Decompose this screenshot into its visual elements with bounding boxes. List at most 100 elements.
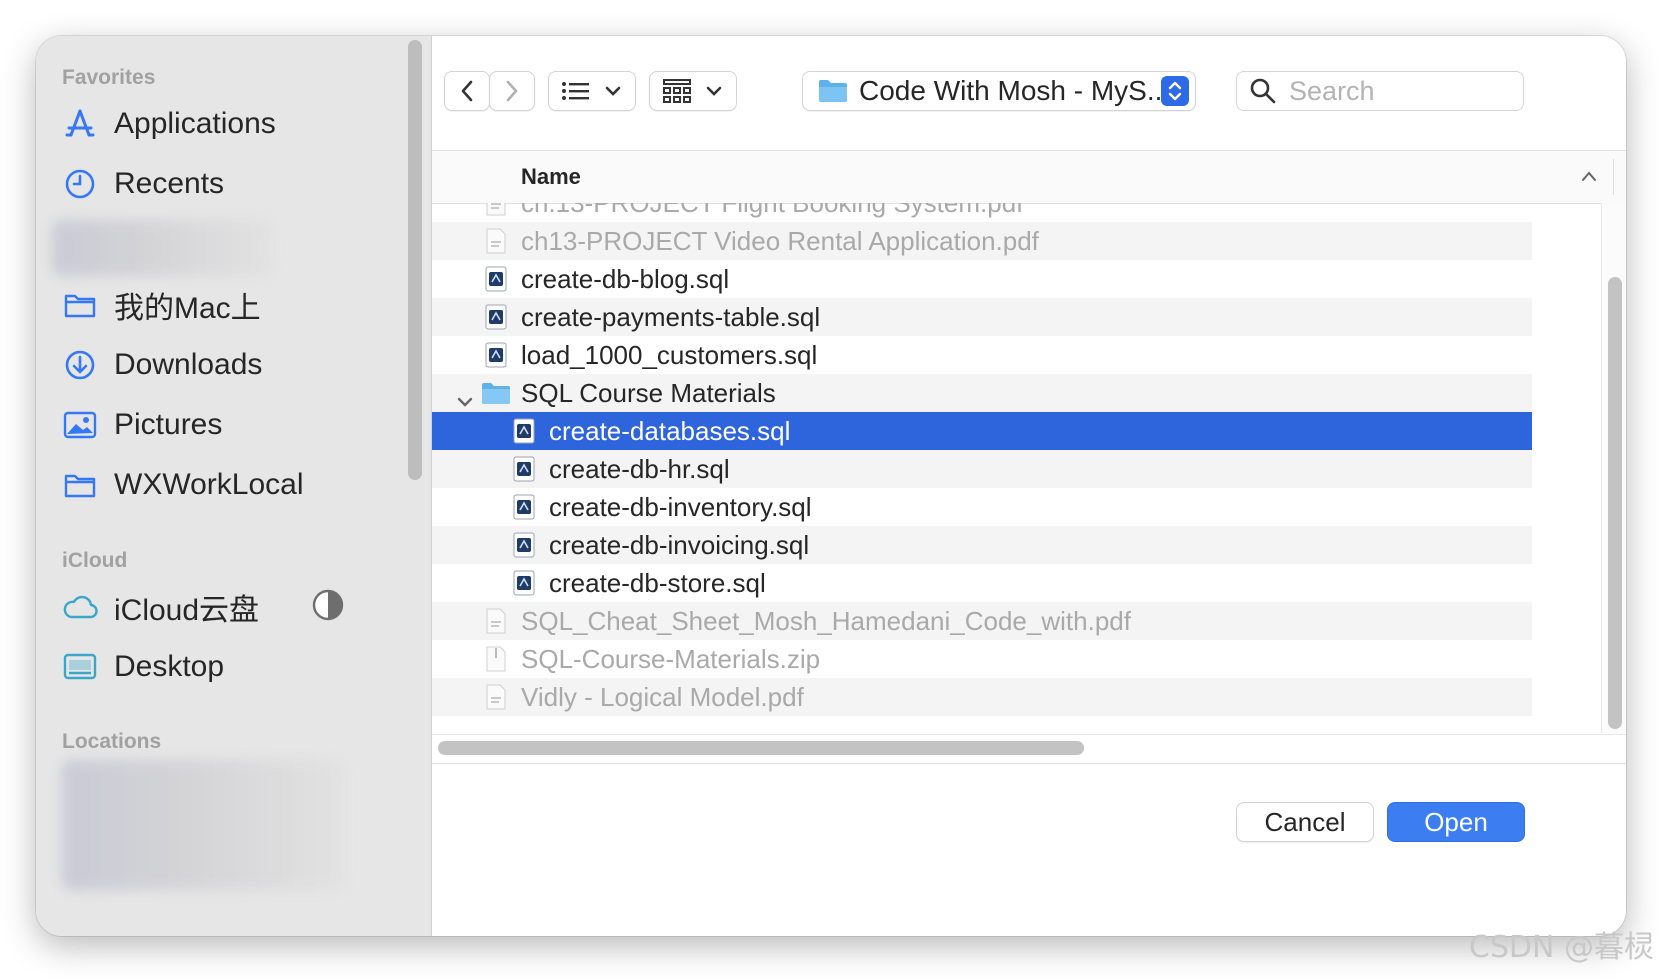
up-down-arrows-icon [1161,76,1189,106]
sidebar-section-locations: Locations [62,730,162,753]
pdf-file-icon [485,203,507,216]
sidebar-section-icloud: iCloud [62,549,128,572]
sql-file-icon [513,570,535,596]
sql-file-icon [485,342,507,368]
search-field[interactable] [1236,71,1524,111]
file-row[interactable]: SQL-Course-Materials.zip [432,640,1532,678]
sidebar-item-label: iCloud云盘 [114,594,260,627]
file-name: create-db-inventory.sql [549,492,812,522]
search-input[interactable] [1287,74,1511,108]
file-row[interactable]: create-db-hr.sql [432,450,1532,488]
sql-file-icon [513,532,535,558]
sort-ascending-icon[interactable] [1580,169,1598,187]
horizontal-scrollbar[interactable] [438,741,1084,755]
file-name: load_1000_customers.sql [521,340,818,370]
pdf-file-icon [485,608,507,634]
grid-icon [663,79,691,103]
open-button[interactable]: Open [1387,802,1525,842]
sidebar-item-desktop[interactable]: Desktop [60,642,224,692]
desktop-icon [60,647,100,687]
file-name: ch.13-PROJECT Flight Booking System.pdf [521,203,1024,218]
file-row[interactable]: create-db-blog.sql [432,260,1532,298]
sidebar-item-icloud-drive[interactable]: iCloud云盘 [60,582,259,632]
toolbar: Code With Mosh - MyS... [432,36,1626,150]
sidebar-item-downloads[interactable]: Downloads [60,340,262,390]
zip-file-icon [485,646,507,672]
folder-row[interactable]: SQL Course Materials [432,374,1532,412]
file-browser: Code With Mosh - MyS... Name ch.13-PROJE… [432,36,1626,936]
chevron-right-icon [506,80,518,102]
sidebar-item-label: Recents [114,167,225,200]
sql-file-icon [513,456,535,482]
column-header-name[interactable]: Name [521,164,581,190]
vertical-scrollbar[interactable] [1608,277,1622,729]
location-label: Code With Mosh - MyS... [859,75,1171,106]
sql-file-icon [485,304,507,330]
sidebar-item-label: Downloads [114,348,263,381]
file-name: create-db-blog.sql [521,264,730,294]
file-name: SQL_Cheat_Sheet_Mosh_Hamedani_Code_with.… [521,606,1131,636]
file-name: create-db-store.sql [549,568,766,598]
folder-icon [819,80,847,102]
sidebar-item-my-mac[interactable]: 我的Mac上 [60,280,261,330]
file-name: SQL-Course-Materials.zip [521,644,821,674]
download-icon [60,345,100,385]
applications-icon [60,104,100,144]
file-name: create-db-invoicing.sql [549,530,810,560]
folder-icon [481,381,510,407]
sidebar-item-label: Applications [114,107,276,140]
pdf-file-icon [485,684,507,710]
group-by-button[interactable] [649,71,737,111]
watermark: CSDN @暮棂 [1468,930,1654,965]
column-divider [1613,159,1614,195]
sync-status-icon [312,589,344,626]
file-name: Vidly - Logical Model.pdf [521,682,804,712]
file-row[interactable]: ch.13-PROJECT Flight Booking System.pdf [432,203,1532,222]
list-icon [562,82,589,100]
sql-file-icon [485,266,507,292]
file-name: create-databases.sql [549,416,791,446]
file-row[interactable]: load_1000_customers.sql [432,336,1532,374]
forward-button[interactable] [489,71,535,111]
folder-icon [60,285,100,325]
file-row[interactable]: create-databases.sql [432,412,1532,450]
file-name: create-payments-table.sql [521,302,821,332]
file-row[interactable]: SQL_Cheat_Sheet_Mosh_Hamedani_Code_with.… [432,602,1532,640]
search-icon [1250,78,1276,104]
sidebar-item-label: Desktop [114,650,225,683]
list-header: Name [432,150,1626,204]
redacted-sidebar-item [52,220,272,276]
cloud-icon [60,587,100,627]
file-name: ch13-PROJECT Video Rental Application.pd… [521,226,1039,256]
file-row[interactable]: ch13-PROJECT Video Rental Application.pd… [432,222,1532,260]
file-name: create-db-hr.sql [549,454,730,484]
sidebar-item-label: Pictures [114,408,223,441]
file-row[interactable]: create-payments-table.sql [432,298,1532,336]
pictures-icon [60,405,100,445]
file-row[interactable]: create-db-invoicing.sql [432,526,1532,564]
cancel-button[interactable]: Cancel [1236,802,1374,842]
list-bottom-divider [432,734,1626,735]
sidebar-item-applications[interactable]: Applications [60,99,276,149]
dialog-footer: Cancel Open [432,763,1626,936]
chevron-left-icon [461,80,473,102]
sidebar-item-label: WXWorkLocal [114,468,304,501]
view-mode-list-button[interactable] [548,71,636,111]
file-row[interactable]: create-db-store.sql [432,564,1532,602]
file-row[interactable]: create-db-inventory.sql [432,488,1532,526]
file-list: ch.13-PROJECT Flight Booking System.pdf c… [432,203,1532,733]
back-button[interactable] [444,71,490,111]
sidebar-item-recents[interactable]: Recents [60,159,224,209]
sidebar-item-wxworklocal[interactable]: WXWorkLocal [60,460,304,510]
pdf-file-icon [485,228,507,254]
folder-icon [60,465,100,505]
file-row[interactable]: Vidly - Logical Model.pdf [432,678,1532,716]
chevron-down-icon [605,86,621,96]
sql-file-icon [513,494,535,520]
sidebar: Favorites Applications Recents 我的Mac上 Do… [36,36,432,936]
clock-icon [60,164,100,204]
sidebar-item-pictures[interactable]: Pictures [60,400,222,450]
location-popup[interactable]: Code With Mosh - MyS... [802,71,1196,111]
sidebar-scrollbar[interactable] [408,40,422,480]
file-name: SQL Course Materials [521,378,776,408]
